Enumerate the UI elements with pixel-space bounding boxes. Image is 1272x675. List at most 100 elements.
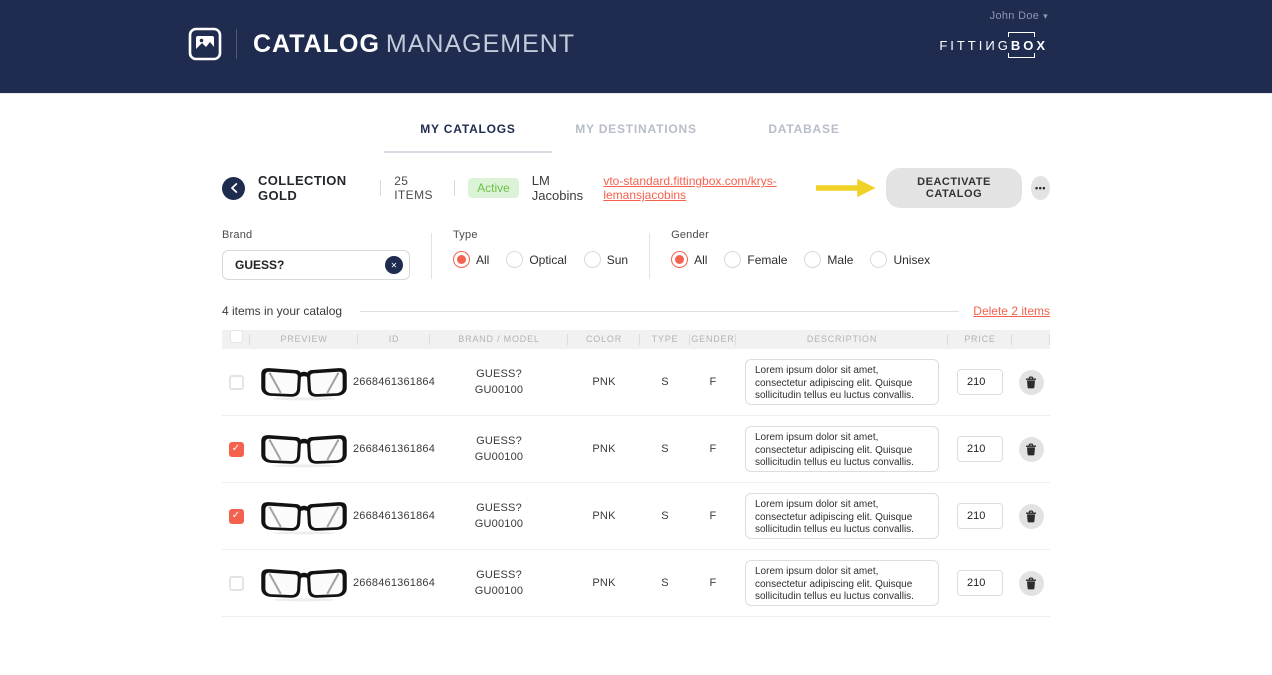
item-color: PNK xyxy=(568,575,640,592)
item-id: 2668461361864 xyxy=(358,575,430,592)
header-price: PRICE xyxy=(948,330,1012,349)
radio-label: All xyxy=(694,253,707,267)
collection-items-count: 25 ITEMS xyxy=(394,174,441,202)
more-icon: ••• xyxy=(1035,183,1046,193)
radio-type-all[interactable]: All xyxy=(453,251,489,268)
fittingbox-logo-prefix: FITTIИG xyxy=(939,38,1011,53)
header-preview: PREVIEW xyxy=(250,330,358,349)
item-brand-model: GUESS?GU00100 xyxy=(430,433,568,466)
item-price-input[interactable] xyxy=(957,503,1003,529)
clear-icon[interactable]: ✕ xyxy=(385,256,403,274)
row-checkbox[interactable]: ✓ xyxy=(229,442,244,457)
item-gender: F xyxy=(690,374,736,391)
radio-gender-unisex[interactable]: Unisex xyxy=(870,251,930,268)
select-all-checkbox[interactable] xyxy=(230,330,243,343)
radio-type-optical[interactable]: Optical xyxy=(506,251,566,268)
table-row: ✓ 2668461361864 GUESS?GU00100 PNK S F Lo… xyxy=(222,416,1050,483)
type-label: Type xyxy=(453,229,628,241)
tab-my-catalogs[interactable]: MY CATALOGS xyxy=(384,110,552,153)
items-summary: 4 items in your catalog xyxy=(222,304,342,318)
item-description-input[interactable]: Lorem ipsum dolor sit amet, consectetur … xyxy=(745,426,939,472)
item-id: 2668461361864 xyxy=(358,508,430,525)
radio-icon xyxy=(584,251,601,268)
item-color: PNK xyxy=(568,374,640,391)
page-title-bold: CATALOG xyxy=(253,30,380,58)
radio-label: Male xyxy=(827,253,853,267)
gender-label: Gender xyxy=(671,229,930,241)
collection-name: LM Jacobins xyxy=(532,173,593,203)
radio-icon xyxy=(724,251,741,268)
radio-icon xyxy=(506,251,523,268)
header-select-all xyxy=(222,330,250,349)
item-brand-model: GUESS?GU00100 xyxy=(430,567,568,600)
status-badge: Active xyxy=(468,178,519,198)
radio-icon xyxy=(804,251,821,268)
header-actions xyxy=(1012,330,1050,349)
item-type: S xyxy=(640,575,690,592)
item-gender: F xyxy=(690,441,736,458)
item-type: S xyxy=(640,441,690,458)
item-model: GU00100 xyxy=(475,449,524,466)
table-row: ✓ 2668461361864 GUESS?GU00100 PNK S F Lo… xyxy=(222,349,1050,416)
radio-type-sun[interactable]: Sun xyxy=(584,251,628,268)
header-color: COLOR xyxy=(568,330,640,349)
item-price-input[interactable] xyxy=(957,436,1003,462)
page-title: CATALOGMANAGEMENT xyxy=(253,30,575,59)
user-menu[interactable]: John Doe▾ xyxy=(990,10,1048,22)
item-id: 2668461361864 xyxy=(358,374,430,391)
fittingbox-logo-bo: BO xyxy=(1011,38,1037,53)
check-icon: ✓ xyxy=(232,511,240,521)
collection-bar: COLLECTION GOLD 25 ITEMS Active LM Jacob… xyxy=(222,173,1050,203)
delete-item-button[interactable] xyxy=(1019,370,1044,395)
deactivate-catalog-button[interactable]: DEACTIVATE CATALOG xyxy=(886,168,1022,208)
item-description-input[interactable]: Lorem ipsum dolor sit amet, consectetur … xyxy=(745,493,939,539)
brand-input[interactable] xyxy=(222,250,410,280)
catalog-table: PREVIEW ID BRAND / MODEL COLOR TYPE GEND… xyxy=(222,330,1050,617)
item-type: S xyxy=(640,374,690,391)
item-price-input[interactable] xyxy=(957,570,1003,596)
item-color: PNK xyxy=(568,441,640,458)
glasses-preview xyxy=(259,564,349,602)
glasses-preview xyxy=(259,497,349,535)
tab-my-destinations[interactable]: MY DESTINATIONS xyxy=(552,110,720,153)
radio-gender-female[interactable]: Female xyxy=(724,251,787,268)
glasses-preview xyxy=(259,430,349,468)
tab-database[interactable]: DATABASE xyxy=(720,110,888,153)
back-button[interactable] xyxy=(222,177,245,200)
chevron-down-icon: ▾ xyxy=(1043,11,1048,21)
item-gender: F xyxy=(690,508,736,525)
delete-item-button[interactable] xyxy=(1019,571,1044,596)
item-brand-model: GUESS?GU00100 xyxy=(430,500,568,533)
divider xyxy=(236,29,237,59)
filters-bar: Brand ✕ Type All Optical xyxy=(222,229,1050,280)
trash-icon xyxy=(1025,577,1037,590)
item-brand: GUESS? xyxy=(475,366,524,383)
fittingbox-logo-suffix: X xyxy=(1036,38,1048,53)
user-name: John Doe xyxy=(990,10,1040,22)
item-price-input[interactable] xyxy=(957,369,1003,395)
item-model: GU00100 xyxy=(475,583,524,600)
delete-item-button[interactable] xyxy=(1019,504,1044,529)
row-checkbox[interactable]: ✓ xyxy=(229,576,244,591)
item-description-input[interactable]: Lorem ipsum dolor sit amet, consectetur … xyxy=(745,560,939,606)
catalog-app-icon xyxy=(188,27,222,61)
app-brand: CATALOGMANAGEMENT xyxy=(188,27,575,61)
collection-title: COLLECTION GOLD xyxy=(258,173,367,203)
app-header: John Doe▾ CATALOGMANAGEMENT FITTIИGBOX xyxy=(0,0,1272,94)
delete-items-link[interactable]: Delete 2 items xyxy=(973,304,1050,318)
item-description-input[interactable]: Lorem ipsum dolor sit amet, consectetur … xyxy=(745,359,939,405)
radio-gender-male[interactable]: Male xyxy=(804,251,853,268)
divider xyxy=(431,233,432,279)
row-checkbox[interactable]: ✓ xyxy=(229,375,244,390)
radio-label: Female xyxy=(747,253,787,267)
trash-icon xyxy=(1025,443,1037,456)
more-options-button[interactable]: ••• xyxy=(1031,176,1050,200)
radio-gender-all[interactable]: All xyxy=(671,251,707,268)
item-model: GU00100 xyxy=(475,516,524,533)
delete-item-button[interactable] xyxy=(1019,437,1044,462)
clear-glyph: ✕ xyxy=(391,261,398,270)
row-checkbox[interactable]: ✓ xyxy=(229,509,244,524)
item-gender: F xyxy=(690,575,736,592)
collection-url-link[interactable]: vto-standard.fittingbox.com/krys-lemansj… xyxy=(603,174,815,202)
item-brand: GUESS? xyxy=(475,433,524,450)
